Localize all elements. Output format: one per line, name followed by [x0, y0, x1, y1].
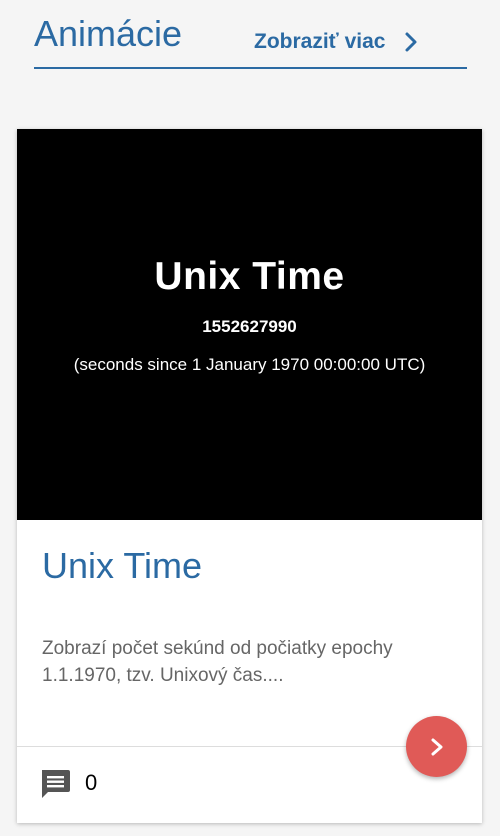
- thumbnail-caption: (seconds since 1 January 1970 00:00:00 U…: [73, 355, 426, 374]
- card-description: Zobrazí počet sekúnd od počiatky epochy …: [42, 638, 393, 686]
- card-title[interactable]: Unix Time: [42, 544, 202, 588]
- comment-icon: [38, 767, 72, 801]
- section-header: Animácie Zobraziť viac: [34, 0, 467, 69]
- thumbnail-title: Unix Time: [154, 255, 345, 298]
- see-more-link[interactable]: Zobraziť viac: [254, 28, 419, 56]
- section-title: Animácie: [34, 13, 183, 54]
- comment-count: 0: [85, 770, 98, 795]
- open-animation-button[interactable]: [406, 716, 467, 777]
- chevron-right-icon: [403, 31, 419, 53]
- animation-card: Unix Time 1552627990 (seconds since 1 Ja…: [17, 129, 482, 823]
- chevron-right-icon: [431, 738, 442, 755]
- see-more-label: Zobraziť viac: [254, 30, 386, 53]
- card-thumbnail[interactable]: Unix Time 1552627990 (seconds since 1 Ja…: [17, 129, 482, 520]
- thumbnail-number: 1552627990: [202, 317, 297, 336]
